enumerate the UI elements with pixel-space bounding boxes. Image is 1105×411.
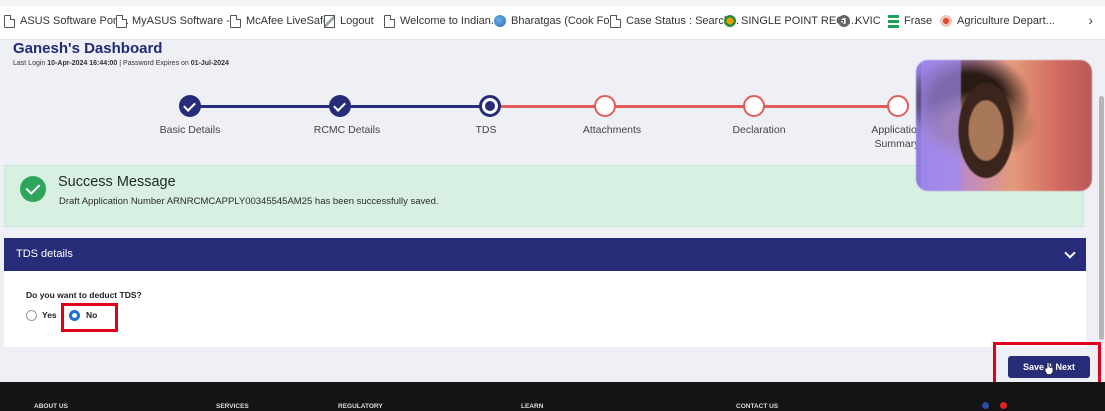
step-label: RCMC Details [313, 124, 381, 136]
step-rcmc-details-node[interactable] [329, 95, 351, 117]
step-application-summary-node[interactable] [887, 95, 909, 117]
footer-regulatory[interactable]: REGULATORY [338, 403, 383, 410]
bookmark-label: Welcome to Indian... [400, 15, 501, 27]
section-title: TDS details [16, 248, 73, 260]
footer-contact-us[interactable]: CONTACT US [736, 403, 778, 410]
highlight-box-no [61, 303, 118, 332]
frase-icon [888, 14, 899, 28]
bookmark-myasus-software[interactable]: MyASUS Software -... [116, 12, 239, 30]
stepper-line-pending [490, 105, 900, 108]
footer-about-us[interactable]: ABOUT US [34, 403, 68, 410]
tds-section-header[interactable]: TDS details [4, 238, 1086, 271]
footer-learn[interactable]: LEARN [521, 403, 543, 410]
doc-icon [116, 14, 127, 28]
scrollbar-thumb[interactable] [1099, 96, 1104, 340]
tds-question: Do you want to deduct TDS? [26, 290, 142, 300]
step-tds-node[interactable] [479, 95, 501, 117]
bookmark-label: MyASUS Software -... [132, 15, 239, 27]
bookmark-asus-software-portal[interactable]: ASUS Software Port... [4, 12, 129, 30]
bookmark-welcome-to-indian[interactable]: Welcome to Indian... [384, 12, 500, 30]
tds-section-body: Do you want to deduct TDS? Yes No [4, 271, 1086, 347]
doc-icon [4, 14, 15, 28]
doc-icon [610, 14, 621, 28]
bookmark-label: Frase [904, 15, 933, 27]
bookmark-case-status[interactable]: Case Status : Search... [610, 12, 739, 30]
chevron-down-icon[interactable] [1064, 247, 1076, 259]
emblem-icon [724, 15, 736, 27]
step-attachments-node[interactable] [594, 95, 616, 117]
social-icon[interactable] [982, 402, 989, 409]
doc-icon [230, 14, 241, 28]
doc-icon [384, 14, 395, 28]
radio-yes[interactable] [26, 310, 37, 321]
step-basic-details-node[interactable] [179, 95, 201, 117]
chevron-right-icon[interactable]: › [1088, 12, 1093, 28]
emblem-icon [940, 15, 952, 27]
globe-icon [494, 15, 506, 27]
bookmark-label: ASUS Software Port... [20, 15, 129, 27]
success-title: Success Message [58, 174, 176, 190]
bookmark-agriculture-department[interactable]: Agriculture Depart... [940, 12, 1055, 30]
footer-services[interactable]: SERVICES [216, 403, 249, 410]
bookmark-label: Case Status : Search... [626, 15, 740, 27]
radio-yes-label[interactable]: Yes [42, 310, 57, 320]
bookmark-frase[interactable]: Frase [888, 12, 932, 30]
site-footer: ABOUT US SERVICES REGULATORY LEARN CONTA… [0, 382, 1105, 411]
tab-strip-edge [0, 0, 1105, 6]
gear-icon [838, 15, 850, 27]
step-label: Attachments [582, 124, 642, 136]
step-label: Declaration [732, 124, 786, 136]
check-circle-icon [20, 176, 46, 202]
social-icon[interactable] [1000, 402, 1007, 409]
bookmark-label: McAfee LiveSafe [246, 15, 330, 27]
success-text: Draft Application Number ARNRCMCAPPLY003… [59, 196, 439, 207]
step-declaration-node[interactable] [743, 95, 765, 117]
bookmarks-bar: ASUS Software Port... MyASUS Software -.… [0, 0, 1105, 40]
bookmark-logout[interactable]: Logout [324, 12, 374, 30]
bookmark-label: KVIC [855, 15, 881, 27]
webcam-overlay [916, 60, 1092, 191]
bookmark-label: Agriculture Depart... [957, 15, 1055, 27]
image-icon [324, 14, 335, 28]
bookmark-label: Logout [340, 15, 374, 27]
bookmark-mcafee-livesafe[interactable]: McAfee LiveSafe [230, 12, 329, 30]
step-label: TDS [475, 124, 497, 136]
bookmark-bharatgas[interactable]: Bharatgas (Cook Fo... [494, 12, 619, 30]
bookmark-kvic[interactable]: KVIC [838, 12, 881, 30]
bookmark-label: Bharatgas (Cook Fo... [511, 15, 619, 27]
bookmark-single-point-registration[interactable]: SINGLE POINT REGI... [724, 12, 857, 30]
step-label: Basic Details [159, 124, 221, 136]
